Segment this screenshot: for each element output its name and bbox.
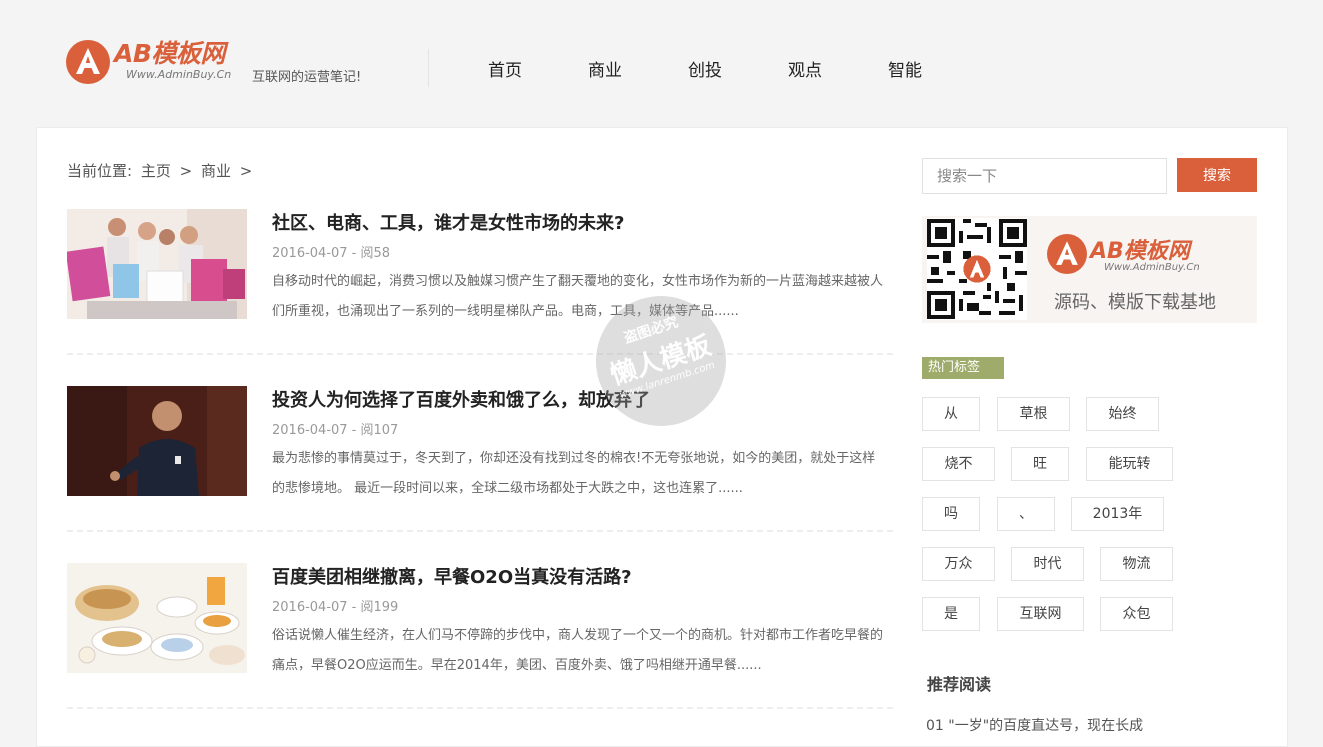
article-meta: 2016-04-07 - 阅107 xyxy=(272,423,399,438)
logo-text: AB模板网 xyxy=(114,39,225,68)
tag-item[interactable]: 时代 xyxy=(1011,547,1084,581)
nav-item-home[interactable]: 首页 xyxy=(460,56,550,81)
search-button[interactable]: 搜索 xyxy=(1177,158,1257,192)
article-summary: 自移动时代的崛起，消费习惯以及触媒习惯产生了翻天覆地的变化，女性市场作为新的一片… xyxy=(272,274,884,319)
tag-item[interactable]: 是 xyxy=(922,597,980,631)
article-title[interactable]: 百度美团相继撤离，早餐O2O当真没有活路? xyxy=(272,563,882,589)
breadcrumb-prefix: 当前位置: xyxy=(67,162,133,180)
tag-item[interactable]: 始终 xyxy=(1086,397,1159,431)
banner-logo-icon xyxy=(1047,234,1087,274)
banner-logo-url: Www.AdminBuy.Cn xyxy=(1104,262,1200,273)
header-divider xyxy=(428,49,429,87)
content-card: 当前位置: 主页 > 商业 > 社区、电商、工具，谁才是女性市场的未来? 201… xyxy=(36,127,1288,747)
logo-url: Www.AdminBuy.Cn xyxy=(126,68,232,81)
article-meta: 2016-04-07 - 阅58 xyxy=(272,246,391,261)
article-thumbnail[interactable] xyxy=(67,386,247,496)
breadcrumb: 当前位置: 主页 > 商业 > xyxy=(67,160,256,181)
breadcrumb-category[interactable]: 商业 xyxy=(201,162,231,180)
site-slogan: 互联网的运营笔记! xyxy=(252,70,362,85)
tag-item[interactable]: 众包 xyxy=(1100,597,1173,631)
tag-item[interactable]: 万众 xyxy=(922,547,995,581)
promo-banner[interactable]: AB模板网 Www.AdminBuy.Cn 源码、模版下载基地 xyxy=(922,216,1257,323)
tag-item[interactable]: 、 xyxy=(997,497,1055,531)
article-item: 社区、电商、工具，谁才是女性市场的未来? 2016-04-07 - 阅58 自移… xyxy=(67,209,893,355)
article-title[interactable]: 投资人为何选择了百度外卖和饿了么，却放弃了 xyxy=(272,386,882,412)
tag-item[interactable]: 2013年 xyxy=(1071,497,1164,531)
article-summary: 俗话说懒人催生经济，在人们马不停蹄的步伐中，商人发现了一个又一个的商机。针对都市… xyxy=(272,628,884,673)
article-title[interactable]: 社区、电商、工具，谁才是女性市场的未来? xyxy=(272,209,882,235)
tag-item[interactable]: 从 xyxy=(922,397,980,431)
nav-item-opinion[interactable]: 观点 xyxy=(760,56,850,81)
tag-item[interactable]: 互联网 xyxy=(997,597,1084,631)
nav-item-business[interactable]: 商业 xyxy=(560,56,650,81)
tag-item[interactable]: 草根 xyxy=(997,397,1070,431)
article-item: 百度美团相继撤离，早餐O2O当真没有活路? 2016-04-07 - 阅199 … xyxy=(67,563,893,709)
breadcrumb-separator: > xyxy=(179,162,193,180)
site-logo[interactable]: AB模板网 Www.AdminBuy.Cn xyxy=(66,40,256,86)
tag-item[interactable]: 物流 xyxy=(1100,547,1173,581)
tag-item[interactable]: 旺 xyxy=(1011,447,1069,481)
logo-a-icon xyxy=(66,40,110,84)
article-item: 投资人为何选择了百度外卖和饿了么，却放弃了 2016-04-07 - 阅107 … xyxy=(67,386,893,532)
tag-item[interactable]: 能玩转 xyxy=(1086,447,1173,481)
tag-item[interactable]: 吗 xyxy=(922,497,980,531)
article-summary: 最为悲惨的事情莫过于，冬天到了，你却还没有找到过冬的棉衣!不无夸张地说，如今的美… xyxy=(272,451,876,496)
breadcrumb-home[interactable]: 主页 xyxy=(141,162,171,180)
article-thumbnail[interactable] xyxy=(67,209,247,319)
tag-item[interactable]: 烧不 xyxy=(922,447,995,481)
banner-caption: 源码、模版下载基地 xyxy=(1054,292,1216,313)
qr-code-icon xyxy=(927,218,1027,320)
article-meta: 2016-04-07 - 阅199 xyxy=(272,600,399,615)
recommended-item[interactable]: 01 "一岁"的百度直达号，现在长成 xyxy=(926,715,1143,735)
recommended-heading: 推荐阅读 xyxy=(927,675,992,694)
search-input[interactable] xyxy=(922,158,1167,194)
nav-item-venture[interactable]: 创投 xyxy=(660,56,750,81)
nav-item-smart[interactable]: 智能 xyxy=(860,56,950,81)
banner-logo-text: AB模板网 xyxy=(1090,239,1190,264)
site-header: AB模板网 Www.AdminBuy.Cn 互联网的运营笔记! 首页 商业 创投… xyxy=(0,0,1323,127)
breadcrumb-separator: > xyxy=(239,162,253,180)
hot-tags-heading: 热门标签 xyxy=(922,357,1004,379)
article-thumbnail[interactable] xyxy=(67,563,247,673)
